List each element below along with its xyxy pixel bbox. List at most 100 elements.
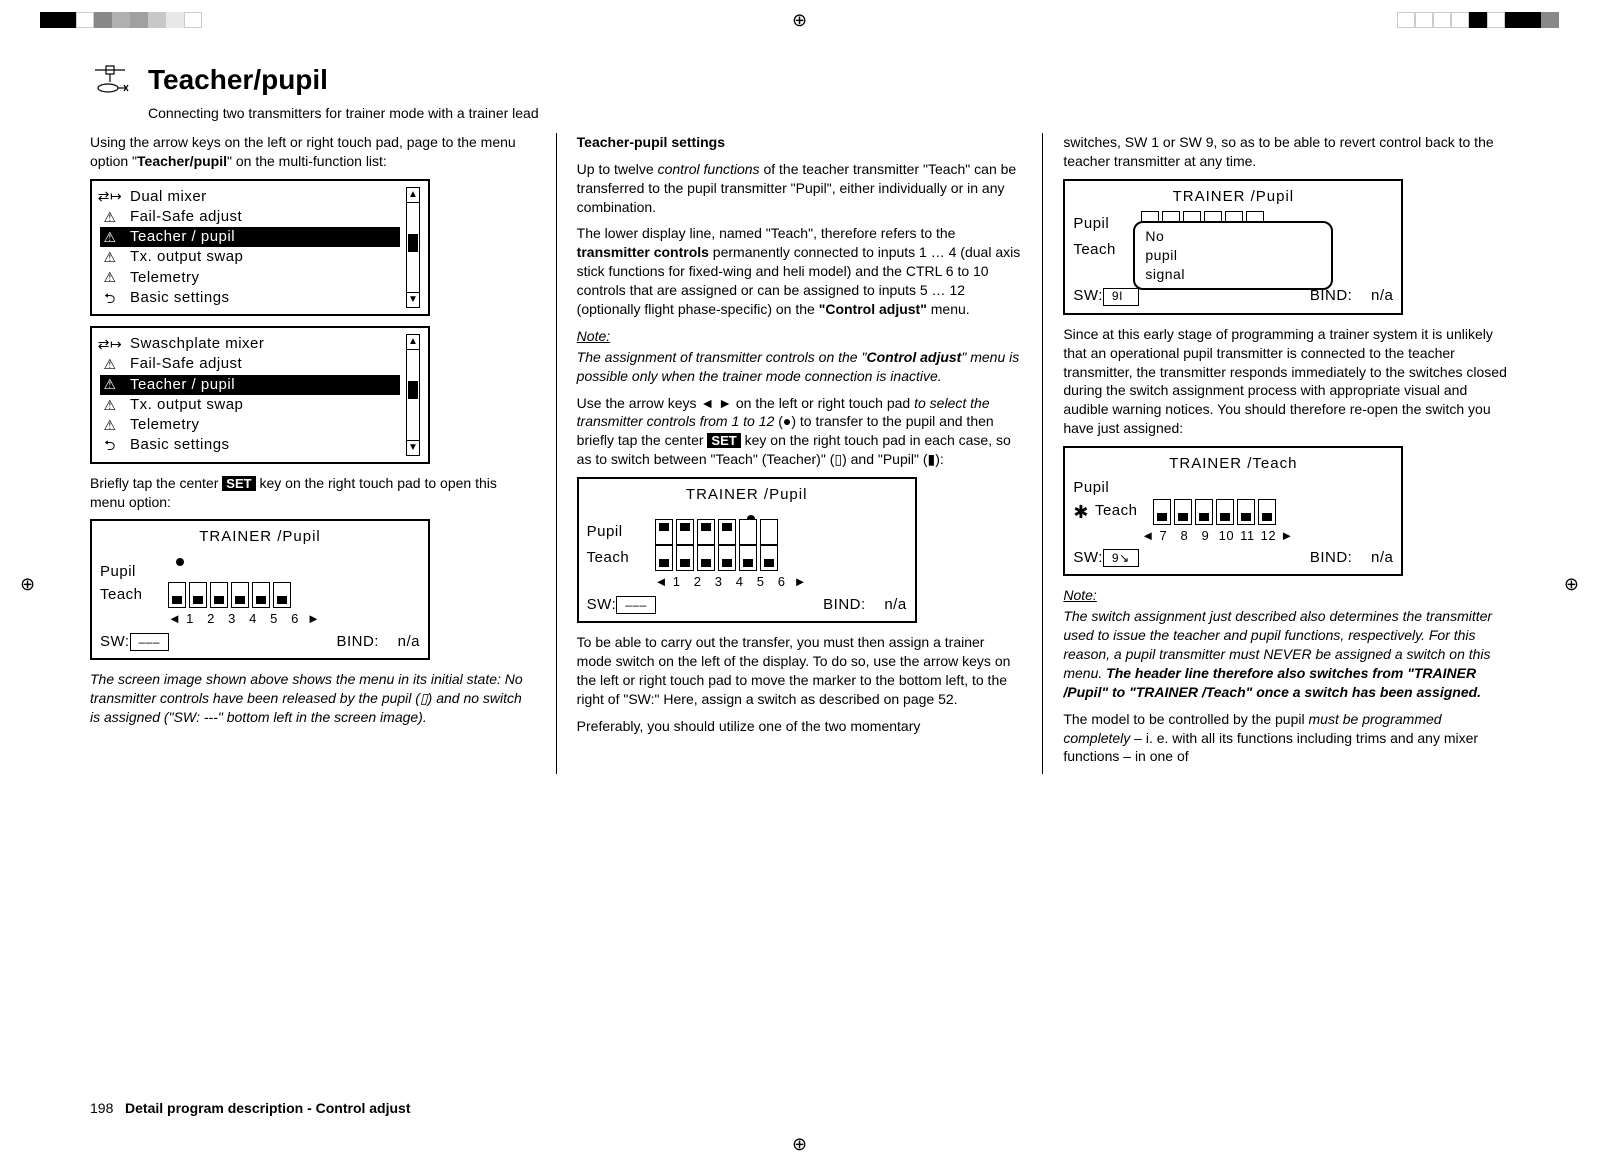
page-number: 198 [90, 1100, 113, 1116]
menu-item[interactable]: ⚠Teacher / pupil [100, 375, 400, 395]
switch-indicator [210, 582, 228, 608]
channel-numbers: ◄123456► [168, 610, 420, 628]
page-header: Teacher/pupil [90, 60, 1509, 100]
nav-right-icon[interactable]: ► [307, 610, 317, 628]
menu-item-icon: ⚠ [102, 208, 118, 227]
menu-item-icon: ⚠ [102, 416, 118, 435]
col3-p1: switches, SW 1 or SW 9, so as to be able… [1063, 133, 1509, 171]
menu-item-label: Tx. output swap [130, 247, 243, 267]
col3-p2: Since at this early stage of programming… [1063, 325, 1509, 438]
page-footer: 198 Detail program description - Control… [90, 1099, 411, 1118]
crosshair-bottom: ⊕ [792, 1132, 807, 1156]
menu-item-icon: ⇄↦ [102, 335, 118, 354]
menu-item-icon: ⚠ [102, 228, 118, 247]
sw-field: SW:9I [1073, 286, 1139, 306]
channel-num: 6 [773, 573, 791, 591]
sw-value[interactable]: 9I [1103, 288, 1139, 306]
menu-item[interactable]: ⇄↦Dual mixer [100, 187, 400, 207]
teach-label: Teach [1073, 240, 1135, 260]
nav-left-icon[interactable]: ◄ [655, 573, 665, 591]
channel-num: 10 [1217, 527, 1235, 545]
lcd-title: TRAINER /Pupil [1073, 187, 1393, 207]
sw-field: SW:9↘ [1073, 548, 1139, 568]
switch-indicator [252, 582, 270, 608]
menu-item-icon: ⚠ [102, 268, 118, 287]
channel-num: 11 [1238, 527, 1256, 545]
channel-num: 2 [689, 573, 707, 591]
channel-numbers: ◄789101112► [1141, 527, 1393, 545]
menu-item[interactable]: ⚠ Teacher / pupil [100, 227, 400, 247]
menu-item[interactable]: ⚠Tx. output swap [100, 395, 400, 415]
menu-item[interactable]: ⚠ Fail-Safe adjust [100, 354, 400, 374]
pupil-label: Pupil [100, 562, 162, 582]
text: Briefly tap the center [90, 475, 222, 491]
warning-popup: Nopupilsignal [1133, 221, 1333, 290]
menu-item[interactable]: ⮌Basic settings [100, 435, 400, 455]
channel-num: 6 [286, 610, 304, 628]
text-bold-italic: The header line therefore also switches … [1063, 665, 1481, 700]
column-2: Teacher-pupil settings Up to twelve cont… [556, 133, 1023, 774]
switch-indicator [1195, 499, 1213, 525]
airplane-heli-icon [90, 60, 130, 100]
switch-indicator [697, 519, 715, 545]
menu-item-label: Dual mixer [130, 187, 207, 207]
switch-indicator [760, 545, 778, 571]
text-bold: Control adjust [866, 349, 961, 365]
col2-p2: The lower display line, named "Teach", t… [577, 224, 1023, 318]
color-bar-left [40, 12, 202, 28]
menu-item[interactable]: ⚠Fail-Safe adjust [100, 207, 400, 227]
col2-p1: Up to twelve control functions of the te… [577, 160, 1023, 217]
menu-item-icon: ⚠ [102, 355, 118, 374]
sw-field: SW:––– [587, 595, 656, 615]
columns: Using the arrow keys on the left or righ… [90, 133, 1509, 774]
channel-num: 2 [202, 610, 220, 628]
menu-item-label: Basic settings [130, 435, 230, 455]
nav-right-icon[interactable]: ► [794, 573, 804, 591]
channel-num: 4 [244, 610, 262, 628]
nav-left-icon[interactable]: ◄ [168, 610, 178, 628]
menu-item[interactable]: ⚠Telemetry [100, 268, 400, 288]
column-1: Using the arrow keys on the left or righ… [90, 133, 536, 774]
channel-numbers: ◄123456► [655, 573, 907, 591]
switch-indicator [1237, 499, 1255, 525]
scrollbar[interactable]: ▲ ▼ [406, 187, 420, 309]
pupil-label: Pupil [1073, 478, 1135, 498]
scroll-down-icon[interactable]: ▼ [407, 440, 419, 455]
switch-indicator [168, 582, 186, 608]
menu-item[interactable]: ⚠Tx. output swap [100, 247, 400, 267]
menu-item-label: Swaschplate mixer [130, 334, 264, 354]
text: The lower display line, named "Teach", t… [577, 225, 956, 241]
scroll-down-icon[interactable]: ▼ [407, 292, 419, 307]
lcd-title: TRAINER /Teach [1073, 454, 1393, 474]
menu-item[interactable]: ⇄↦ Swaschplate mixer [100, 334, 400, 354]
scrollbar[interactable]: ▲ ▼ [406, 334, 420, 456]
menu-item[interactable]: ⚠Telemetry [100, 415, 400, 435]
nav-right-icon[interactable]: ► [1280, 527, 1290, 545]
switch-indicator [231, 582, 249, 608]
teach-label: Teach [100, 585, 162, 605]
nav-left-icon[interactable]: ◄ [1141, 527, 1151, 545]
col2-heading: Teacher-pupil settings [577, 133, 1023, 152]
lcd-menu-heli: ⇄↦ Swaschplate mixer ⚠ Fail-Safe adjust⚠Tea… [90, 326, 430, 464]
switch-indicator [697, 545, 715, 571]
channel-num: 5 [265, 610, 283, 628]
sw-value[interactable]: 9↘ [1103, 549, 1139, 567]
menu-item-label: Teacher / pupil [130, 227, 235, 247]
lcd-trainer-no-signal: TRAINER /PupilPupilTeachNopupilsignal◄78… [1063, 179, 1403, 315]
scroll-up-icon[interactable]: ▲ [407, 188, 419, 203]
menu-item[interactable]: ⮌Basic settings [100, 288, 400, 308]
menu-item-label: Fail-Safe adjust [130, 354, 242, 374]
teach-row: Teach [100, 582, 420, 608]
sw-value[interactable]: ––– [130, 633, 170, 651]
channel-num: 5 [752, 573, 770, 591]
sw-value[interactable]: ––– [616, 596, 656, 614]
lcd-title: TRAINER /Pupil [587, 485, 907, 505]
col1-p2: Briefly tap the center SET key on the ri… [90, 474, 536, 512]
lcd-trainer-pupil-selected: TRAINER /PupilPupilTeach◄123456►SW:–––BI… [577, 477, 917, 623]
sw-field: SW:––– [100, 632, 169, 652]
menu-item-icon: ⚠ [102, 396, 118, 415]
switch-indicator [1216, 499, 1234, 525]
scroll-up-icon[interactable]: ▲ [407, 335, 419, 350]
set-key-label: SET [222, 476, 255, 491]
switch-indicator [760, 519, 778, 545]
